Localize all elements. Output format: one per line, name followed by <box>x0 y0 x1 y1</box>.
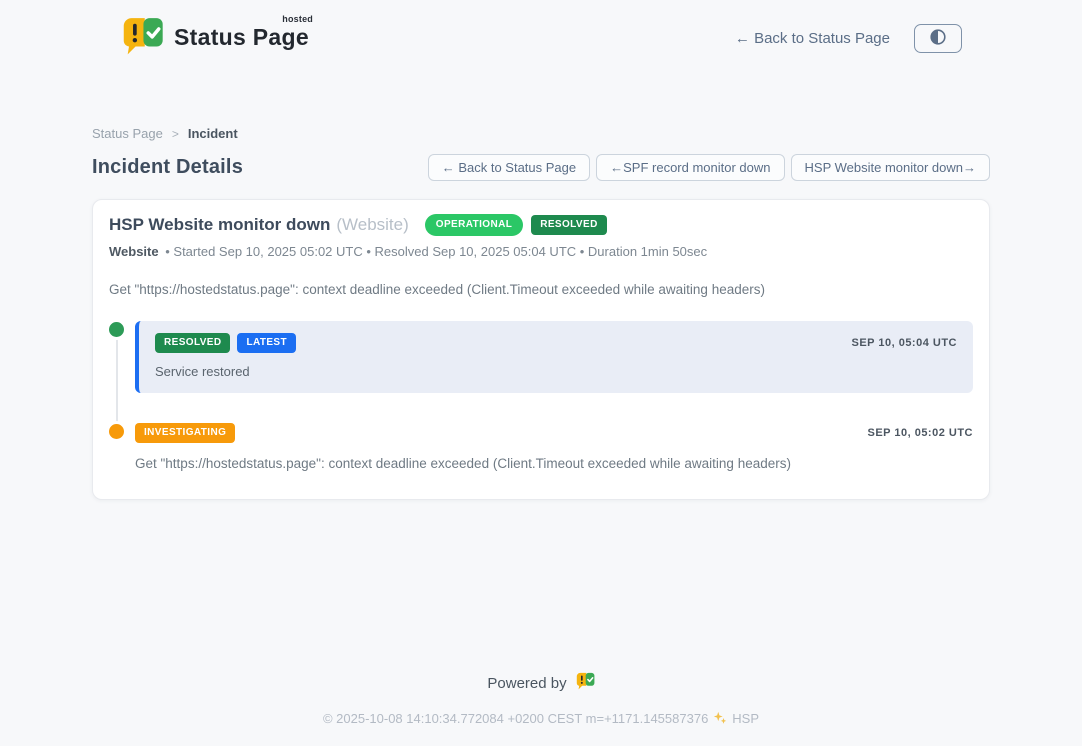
resolved-badge: RESOLVED <box>531 215 606 235</box>
top-bar-actions: ← Back to Status Page <box>735 24 962 53</box>
timeline-investigating-badge: INVESTIGATING <box>135 423 235 443</box>
incident-meta-details: • Started Sep 10, 2025 05:02 UTC • Resol… <box>165 244 707 259</box>
incident-card: HSP Website monitor down (Website) OPERA… <box>92 199 990 500</box>
investigating-dot-icon <box>109 424 124 439</box>
timeline-resolved-badge: RESOLVED <box>155 333 230 353</box>
back-to-status-page-link[interactable]: ← Back to Status Page <box>735 30 890 47</box>
incident-meta: Website • Started Sep 10, 2025 05:02 UTC… <box>109 244 973 259</box>
page-title: Incident Details <box>92 156 243 179</box>
brand-name: Status Page hosted <box>174 24 309 51</box>
incident-title: HSP Website monitor down <box>109 215 330 235</box>
incident-description: Get "https://hostedstatus.page": context… <box>109 282 973 297</box>
breadcrumb-incident: Incident <box>188 126 238 141</box>
powered-by[interactable]: Powered by <box>0 672 1082 694</box>
brand-logo[interactable]: Status Page hosted <box>122 16 309 61</box>
incident-component: (Website) <box>336 215 408 235</box>
resolved-dot-icon <box>109 322 124 337</box>
incident-timeline: RESOLVED LATEST SEP 10, 05:04 UTC Servic… <box>109 321 973 471</box>
statuspage-bubble-icon <box>122 16 164 61</box>
breadcrumb: Status Page > Incident <box>92 126 990 141</box>
sparkles-icon <box>713 711 727 726</box>
statuspage-bubble-icon <box>576 672 595 694</box>
timeline-latest-badge: LATEST <box>237 333 296 353</box>
operational-badge: OPERATIONAL <box>425 214 523 236</box>
timeline-item-investigating: INVESTIGATING SEP 10, 05:02 UTC Get "htt… <box>109 423 973 471</box>
copyright-text: © 2025-10-08 14:10:34.772084 +0200 CEST … <box>323 711 708 726</box>
prev-incident-button[interactable]: ←SPF record monitor down <box>596 154 784 181</box>
contrast-icon <box>930 29 946 48</box>
timeline-timestamp: SEP 10, 05:02 UTC <box>867 427 973 439</box>
next-incident-button[interactable]: HSP Website monitor down→ <box>791 154 990 181</box>
incident-nav-buttons: ← Back to Status Page ←SPF record monito… <box>428 154 990 181</box>
breadcrumb-separator: > <box>172 127 179 141</box>
page-footer: Powered by © 2025-10-08 14:10:34.772084 … <box>0 672 1082 746</box>
timeline-update-card: RESOLVED LATEST SEP 10, 05:04 UTC Servic… <box>135 321 973 393</box>
top-bar: Status Page hosted ← Back to Status Page <box>0 0 1082 76</box>
timeline-message: Service restored <box>155 364 957 379</box>
timeline-item-resolved: RESOLVED LATEST SEP 10, 05:04 UTC Servic… <box>109 321 973 393</box>
copyright-line: © 2025-10-08 14:10:34.772084 +0200 CEST … <box>0 711 1082 726</box>
incident-badges: OPERATIONAL RESOLVED <box>425 214 607 236</box>
copyright-brand: HSP <box>732 711 759 726</box>
back-to-status-page-button[interactable]: ← Back to Status Page <box>428 154 590 181</box>
main-content: Status Page > Incident Incident Details … <box>92 126 990 500</box>
title-row: Incident Details ← Back to Status Page ←… <box>92 154 990 181</box>
incident-meta-component: Website <box>109 244 159 259</box>
timeline-message: Get "https://hostedstatus.page": context… <box>135 456 973 471</box>
breadcrumb-status-page[interactable]: Status Page <box>92 126 163 141</box>
brand-hosted-label: hosted <box>282 14 313 24</box>
timeline-timestamp: SEP 10, 05:04 UTC <box>851 337 957 349</box>
theme-toggle-button[interactable] <box>914 24 962 53</box>
powered-by-label: Powered by <box>487 675 566 692</box>
incident-title-row: HSP Website monitor down (Website) OPERA… <box>109 214 973 236</box>
